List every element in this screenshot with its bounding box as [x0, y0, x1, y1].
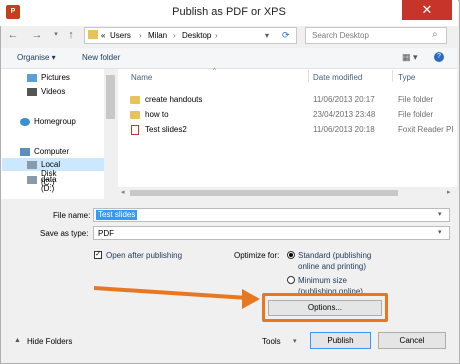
breadcrumb-separator-icon: › [215, 31, 218, 40]
help-icon[interactable]: ? [434, 52, 444, 62]
chevron-down-icon[interactable]: ▾ [438, 210, 442, 218]
hide-folders-button[interactable]: Hide Folders [27, 337, 72, 346]
file-date: 23/04/2013 23:48 [313, 110, 376, 119]
nav-item-label: Videos [41, 87, 66, 96]
refresh-icon[interactable]: ⟳ [282, 30, 290, 41]
file-name-label: File name: [53, 211, 91, 220]
drive-icon [27, 161, 37, 169]
file-name: how to [145, 110, 169, 119]
search-icon: ⌕ [432, 29, 438, 40]
chevron-down-icon[interactable]: ▾ [438, 228, 442, 236]
breadcrumb-milan[interactable]: Milan [148, 31, 167, 40]
organise-menu-button[interactable]: Organise ▾ [17, 53, 56, 62]
file-name: create handouts [145, 95, 203, 104]
address-bar[interactable]: « Users › Milan › Desktop › ▾ ⟳ [84, 27, 297, 44]
sort-arrow-icon: ^ [213, 68, 216, 74]
nav-item-label: Pictures [41, 73, 70, 82]
file-name-input[interactable]: Test slides ▾ [93, 208, 450, 222]
nav-item-label: Computer [34, 147, 70, 156]
save-as-type-value: PDF [98, 229, 114, 238]
cancel-button[interactable]: Cancel [378, 332, 446, 349]
optimize-for-label: Optimize for: [234, 251, 280, 260]
nav-item-label: Homegroup [34, 117, 76, 126]
command-toolbar [1, 48, 457, 69]
scroll-right-arrow-icon[interactable]: ▸ [447, 188, 451, 196]
recent-locations-chevron-icon[interactable]: ▾ [50, 30, 62, 38]
file-row[interactable]: create handouts 11/06/2013 20:17 File fo… [130, 95, 455, 108]
minimum-size-radio[interactable] [287, 276, 295, 284]
nav-scrollbar[interactable] [104, 69, 117, 199]
standard-option-line2[interactable]: online and printing) [298, 262, 366, 271]
annotation-arrow [93, 286, 260, 309]
file-date: 11/06/2013 20:17 [313, 95, 375, 104]
new-folder-button[interactable]: New folder [82, 53, 120, 62]
breadcrumb-desktop[interactable]: Desktop [182, 31, 211, 40]
videos-icon [27, 88, 37, 96]
column-header-date[interactable]: Date modified [313, 73, 362, 82]
column-header-type[interactable]: Type [398, 73, 415, 82]
homegroup-icon [20, 118, 30, 126]
file-date: 11/06/2013 20:18 [313, 125, 375, 134]
file-name: Test slides2 [145, 125, 187, 134]
column-header-name[interactable]: Name [131, 73, 152, 82]
dialog-title: Publish as PDF or XPS [172, 6, 286, 18]
save-as-type-select[interactable]: PDF ▾ [93, 226, 450, 240]
options-button[interactable]: Options... [268, 300, 382, 316]
column-divider [308, 70, 309, 82]
folder-icon [130, 96, 140, 104]
view-options-icon[interactable]: ▦ ▾ [402, 52, 418, 63]
nav-item-label: data (D:) [41, 175, 57, 193]
file-row[interactable]: Test slides2 11/06/2013 20:18 Foxit Read… [130, 125, 455, 138]
file-type: Foxit Reader PI [398, 125, 454, 134]
open-after-publishing-checkbox[interactable]: ✓ [94, 251, 102, 259]
horizontal-scroll-thumb[interactable] [130, 190, 398, 196]
open-after-publishing-label[interactable]: Open after publishing [106, 251, 182, 260]
standard-option-line1[interactable]: Standard (publishing [298, 251, 371, 260]
publish-button[interactable]: Publish [310, 332, 371, 349]
computer-icon [20, 148, 30, 156]
forward-arrow-icon[interactable]: → [31, 29, 43, 41]
tools-menu-button[interactable]: Tools [262, 337, 281, 346]
folder-icon [130, 111, 140, 119]
nav-scroll-thumb[interactable] [106, 75, 115, 119]
tools-chevron-down-icon[interactable]: ▾ [293, 337, 297, 345]
breadcrumb-users[interactable]: Users [110, 31, 131, 40]
file-name-value: Test slides [96, 210, 138, 220]
pictures-icon [27, 74, 37, 82]
column-divider [392, 70, 393, 82]
standard-radio[interactable] [287, 251, 295, 259]
address-prefix: « [101, 31, 106, 40]
minimum-size-option-line1[interactable]: Minimum size [298, 276, 347, 285]
file-type: File folder [398, 110, 434, 119]
search-input[interactable]: Search Desktop ⌕ [305, 27, 447, 44]
up-arrow-icon[interactable]: ↑ [65, 29, 77, 41]
folder-icon [88, 30, 98, 39]
save-as-type-label: Save as type: [40, 229, 89, 238]
file-type: File folder [398, 95, 434, 104]
file-list-horizontal-scrollbar[interactable]: ◂ ▸ [118, 187, 457, 199]
pdf-file-icon [131, 125, 139, 135]
breadcrumb-separator-icon: › [139, 31, 142, 40]
drive-icon [27, 176, 37, 184]
scroll-left-arrow-icon[interactable]: ◂ [121, 188, 125, 196]
file-row[interactable]: how to 23/04/2013 23:48 File folder [130, 110, 455, 123]
address-dropdown-chevron-icon[interactable]: ▾ [265, 31, 269, 40]
breadcrumb-separator-icon: › [173, 31, 176, 40]
close-button[interactable]: ✕ [402, 0, 452, 20]
hide-folders-caret-icon[interactable]: ▲ [14, 337, 21, 344]
back-arrow-icon[interactable]: ← [7, 29, 19, 41]
search-placeholder: Search Desktop [312, 31, 369, 40]
